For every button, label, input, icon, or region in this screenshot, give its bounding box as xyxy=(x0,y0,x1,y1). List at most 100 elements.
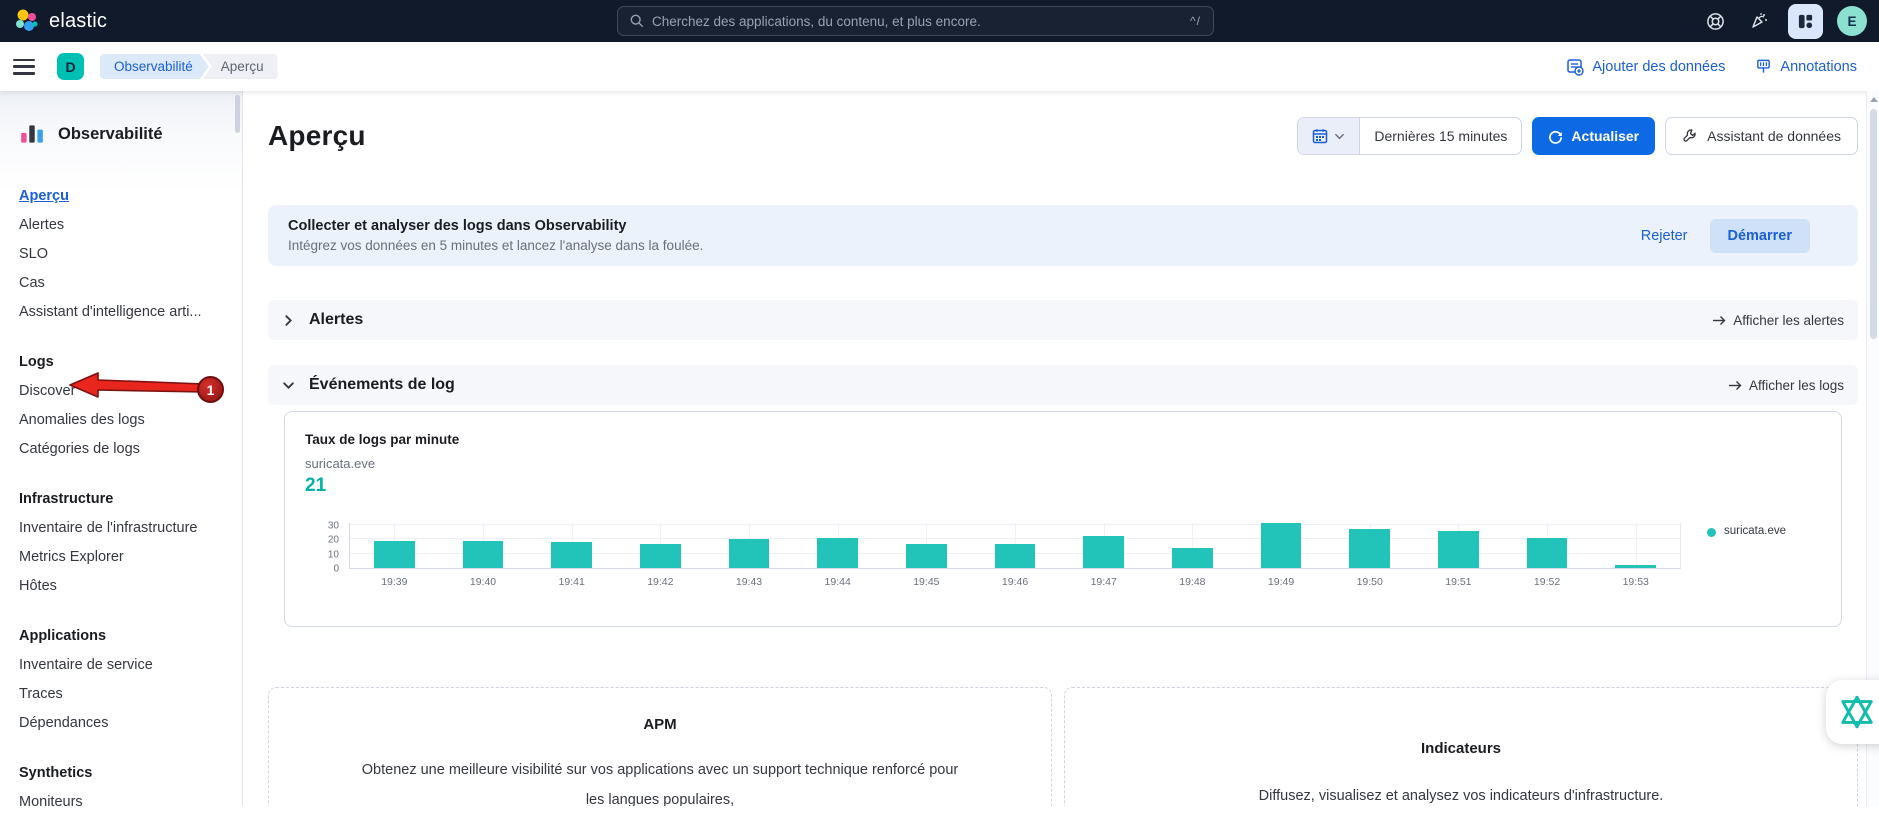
help-button[interactable] xyxy=(1700,6,1730,36)
sidebar-navigation: Observabilité AperçuAlertesSLOCasAssista… xyxy=(0,91,243,806)
wrench-icon xyxy=(1682,128,1698,144)
sidebar-item-dependances[interactable]: Dépendances xyxy=(19,708,232,737)
breadcrumb-apercu: Aperçu xyxy=(203,54,278,79)
chart-y-axis: 0102030 xyxy=(305,523,349,569)
x-label-19-52: 19:52 xyxy=(1503,576,1592,588)
refresh-button[interactable]: Actualiser xyxy=(1532,117,1655,155)
top-navigation-bar: elastic ^/ xyxy=(0,0,1879,42)
arrow-right-icon xyxy=(1728,380,1742,391)
chatgpt-extension-button[interactable] xyxy=(1826,680,1879,744)
sidebar-item-categories-de-logs[interactable]: Catégories de logs xyxy=(19,434,232,463)
apps-menu-button[interactable] xyxy=(1788,4,1823,39)
bar-19-52[interactable] xyxy=(1527,538,1568,568)
bar-slot-19-53: 19:53 xyxy=(1591,523,1680,568)
observability-logo-icon xyxy=(19,121,45,147)
bar-19-49[interactable] xyxy=(1261,523,1302,568)
sidebar-group-applications: Applications xyxy=(19,622,232,650)
time-picker-calendar-segment[interactable] xyxy=(1298,118,1360,154)
main-content: Aperçu xyxy=(243,91,1879,806)
annotations-icon xyxy=(1755,58,1772,75)
search-input[interactable] xyxy=(652,14,1182,29)
log-events-section-row: Événements de log Afficher les logs xyxy=(268,365,1858,405)
data-assistant-button[interactable]: Assistant de données xyxy=(1665,117,1858,155)
log-events-accordion-toggle[interactable]: Événements de log xyxy=(282,376,455,394)
space-badge[interactable]: D xyxy=(57,53,84,80)
bar-19-46[interactable] xyxy=(995,544,1036,568)
bar-19-53[interactable] xyxy=(1615,565,1656,568)
chart-plot-area: 19:3919:4019:4119:4219:4319:4419:4519:46… xyxy=(349,523,1681,569)
log-events-section-title: Événements de log xyxy=(309,376,455,394)
scrollbar-thumb[interactable] xyxy=(1870,109,1877,339)
bar-19-50[interactable] xyxy=(1349,529,1390,568)
show-alerts-link[interactable]: Afficher les alertes xyxy=(1712,313,1844,328)
x-label-19-53: 19:53 xyxy=(1591,576,1680,588)
chart-series-label: suricata.eve xyxy=(305,456,1821,471)
sidebar-item-slo[interactable]: SLO xyxy=(19,239,232,268)
x-label-19-51: 19:51 xyxy=(1414,576,1503,588)
bar-19-47[interactable] xyxy=(1083,536,1124,568)
chart-current-value: 21 xyxy=(305,475,1821,497)
sidebar-item-inventaire-de-l-infrastructure[interactable]: Inventaire de l'infrastructure xyxy=(19,513,232,542)
banner-title: Collecter et analyser des logs dans Obse… xyxy=(288,218,703,234)
bar-19-44[interactable] xyxy=(817,538,858,568)
openai-logo-icon xyxy=(1838,693,1876,731)
sidebar-item-moniteurs[interactable]: Moniteurs xyxy=(19,787,232,816)
legend-dot xyxy=(1707,528,1716,537)
bar-slot-19-45: 19:45 xyxy=(882,523,971,568)
sidebar-scrollbar[interactable] xyxy=(235,95,240,133)
banner-subtitle: Intégrez vos données en 5 minutes et lan… xyxy=(288,238,703,253)
bar-19-51[interactable] xyxy=(1438,531,1479,568)
scrollbar-up-arrow[interactable] xyxy=(1870,97,1878,102)
sidebar-app-title: Observabilité xyxy=(58,125,163,144)
elastic-logo-icon xyxy=(14,8,40,34)
bar-19-48[interactable] xyxy=(1172,548,1213,568)
x-label-19-49: 19:49 xyxy=(1237,576,1326,588)
show-logs-link[interactable]: Afficher les logs xyxy=(1728,378,1844,393)
log-rate-chart-panel: Taux de logs par minute suricata.eve 21 … xyxy=(284,411,1842,627)
bar-slot-19-50: 19:50 xyxy=(1325,523,1414,568)
sidebar-item-inventaire-de-service[interactable]: Inventaire de service xyxy=(19,650,232,679)
metrics-card-title: Indicateurs xyxy=(1065,740,1857,757)
bar-slot-19-41: 19:41 xyxy=(527,523,616,568)
space-badge-initial: D xyxy=(65,59,75,75)
bar-19-40[interactable] xyxy=(463,541,504,568)
bar-slot-19-40: 19:40 xyxy=(439,523,528,568)
sidebar-group-infrastructure: Infrastructure xyxy=(19,485,232,513)
x-label-19-46: 19:46 xyxy=(971,576,1060,588)
sidebar-item-alertes[interactable]: Alertes xyxy=(19,210,232,239)
bar-19-45[interactable] xyxy=(906,544,947,568)
sidebar-item-apercu[interactable]: Aperçu xyxy=(19,181,232,210)
bar-19-39[interactable] xyxy=(374,541,415,568)
bar-19-42[interactable] xyxy=(640,544,681,568)
bar-19-43[interactable] xyxy=(729,539,770,568)
dismiss-button[interactable]: Rejeter xyxy=(1641,228,1688,244)
time-range-picker[interactable]: Dernières 15 minutes xyxy=(1297,117,1522,155)
x-label-19-43: 19:43 xyxy=(705,576,794,588)
sidebar-item-traces[interactable]: Traces xyxy=(19,679,232,708)
menu-toggle-button[interactable] xyxy=(13,59,35,75)
sidebar-item-hotes[interactable]: Hôtes xyxy=(19,571,232,600)
alerts-section-row: Alertes Afficher les alertes xyxy=(268,300,1858,340)
sidebar-item-assistant-d-intelligence-arti[interactable]: Assistant d'intelligence arti... xyxy=(19,297,232,326)
annotations-button[interactable]: Annotations xyxy=(1755,58,1857,75)
brand-name: elastic xyxy=(49,10,107,33)
bar-19-41[interactable] xyxy=(551,542,592,568)
alerts-accordion-toggle[interactable]: Alertes xyxy=(282,311,363,329)
bar-slot-19-47: 19:47 xyxy=(1059,523,1148,568)
sidebar-item-metrics-explorer[interactable]: Metrics Explorer xyxy=(19,542,232,571)
time-range-value[interactable]: Dernières 15 minutes xyxy=(1360,118,1521,154)
sidebar-item-anomalies-des-logs[interactable]: Anomalies des logs xyxy=(19,405,232,434)
sidebar-item-cas[interactable]: Cas xyxy=(19,268,232,297)
apps-grid-icon xyxy=(1797,13,1814,30)
bar-slot-19-49: 19:49 xyxy=(1237,523,1326,568)
news-button[interactable] xyxy=(1744,6,1774,36)
y-tick-10: 10 xyxy=(328,549,339,560)
add-data-button[interactable]: Ajouter des données xyxy=(1566,58,1725,76)
breadcrumb-observabilite[interactable]: Observabilité xyxy=(100,54,209,79)
start-button[interactable]: Démarrer xyxy=(1710,219,1811,253)
user-avatar[interactable]: E xyxy=(1837,6,1867,36)
chart-legend[interactable]: suricata.eve xyxy=(1681,523,1821,569)
elastic-logo[interactable]: elastic xyxy=(14,0,107,42)
legend-label: suricata.eve xyxy=(1724,525,1786,537)
global-search[interactable]: ^/ xyxy=(617,6,1214,36)
